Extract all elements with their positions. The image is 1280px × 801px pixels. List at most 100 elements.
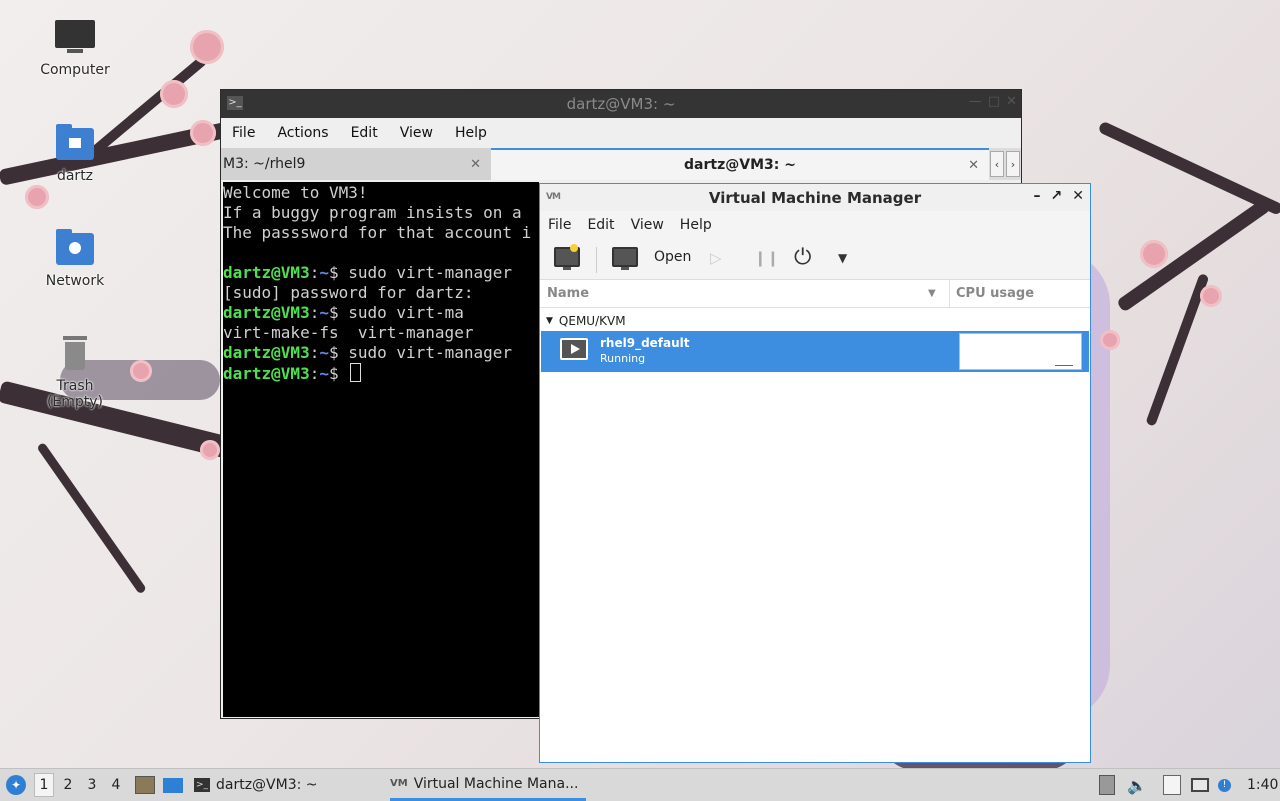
show-desktop-launcher[interactable] <box>163 769 183 801</box>
prompt-path: ~ <box>319 343 329 362</box>
task-label: Virtual Machine Mana... <box>413 775 579 792</box>
column-header: Name ▼ CPU usage <box>540 280 1090 308</box>
desktop-icon-network[interactable]: Network <box>30 229 120 289</box>
prompt-user: dartz@VM3 <box>223 263 310 282</box>
workspace-2[interactable]: 2 <box>58 773 78 797</box>
close-icon[interactable]: ✕ <box>1006 94 1017 109</box>
file-manager-launcher[interactable] <box>135 769 155 801</box>
task-vmm[interactable]: VM Virtual Machine Mana... <box>390 769 586 801</box>
desktop-icon <box>163 777 183 793</box>
prompt-path: ~ <box>319 364 329 383</box>
vmm-toolbar: Open ▷ ❙❙ ⏻ ▼ <box>540 239 1090 280</box>
open-label: Open <box>654 249 692 265</box>
maximize-icon[interactable]: ↗ <box>1051 188 1063 204</box>
menu-view[interactable]: View <box>623 217 672 233</box>
tab-label: M3: ~/rhel9 <box>223 156 306 172</box>
power-icon[interactable]: ⏻ <box>794 245 811 270</box>
volume-icon[interactable]: 🔈 <box>1127 769 1147 801</box>
notification-icon[interactable]: ! <box>1218 769 1231 801</box>
desktop-icon-dartz[interactable]: dartz <box>30 124 120 184</box>
terminal-prompt-line: dartz@VM3:~$ sudo virt-manager <box>223 263 513 282</box>
prompt-user: dartz@VM3 <box>223 303 310 322</box>
prompt-user: dartz@VM3 <box>223 364 310 383</box>
home-folder-icon <box>54 124 96 164</box>
file-manager-icon <box>135 776 155 794</box>
vmm-window[interactable]: VM Virtual Machine Manager – ↗ ✕ File Ed… <box>539 183 1091 763</box>
task-terminal[interactable]: >_ dartz@VM3: ~ <box>194 769 318 801</box>
computer-icon <box>54 18 96 58</box>
terminal-icon: >_ <box>227 96 243 110</box>
desktop-icon-computer[interactable]: Computer <box>30 18 120 78</box>
vm-running-icon <box>560 338 588 360</box>
chevron-down-icon[interactable]: ▼ <box>838 251 847 265</box>
menu-file[interactable]: File <box>540 217 579 233</box>
workspace-3[interactable]: 3 <box>82 773 102 797</box>
close-icon[interactable]: ✕ <box>470 157 481 172</box>
menu-help[interactable]: Help <box>672 217 720 233</box>
minimize-icon[interactable]: — <box>969 94 982 109</box>
monitor-icon <box>612 247 638 270</box>
removable-media-icon[interactable] <box>1099 769 1115 801</box>
vmm-app-icon: VM <box>546 192 561 202</box>
prompt-path: ~ <box>319 263 329 282</box>
tab-home[interactable]: dartz@VM3: ~ ✕ <box>491 148 989 180</box>
network-icon[interactable] <box>1191 769 1209 801</box>
prompt-command: $ sudo virt-manager <box>328 263 513 282</box>
terminal-titlebar[interactable]: >_ dartz@VM3: ~ — □ ✕ <box>221 90 1021 118</box>
desktop-icon-label: dartz <box>56 168 94 184</box>
prompt-command: $ sudo virt-manager <box>328 343 513 362</box>
pause-icon[interactable]: ❙❙ <box>754 249 779 267</box>
new-vm-button[interactable] <box>554 244 580 270</box>
lubuntu-logo-icon: ✦ <box>6 775 26 795</box>
open-button[interactable]: Open <box>612 247 692 270</box>
terminal-output-line: The passsword for that account i <box>223 223 532 242</box>
workspace-switcher: 1 2 3 4 <box>34 769 126 801</box>
close-icon[interactable]: ✕ <box>1072 188 1084 204</box>
vm-status: Running <box>600 352 646 365</box>
close-icon[interactable]: ✕ <box>968 158 979 173</box>
menu-help[interactable]: Help <box>444 125 498 141</box>
tab-label: dartz@VM3: ~ <box>684 157 796 173</box>
clipboard-icon[interactable] <box>1163 769 1181 801</box>
vmm-menubar: File Edit View Help <box>540 211 1090 239</box>
terminal-output-line: [sudo] password for dartz: <box>223 283 474 302</box>
desktop-icon-label: Computer <box>40 62 110 78</box>
menu-file[interactable]: File <box>221 125 266 141</box>
play-icon[interactable]: ▷ <box>710 249 722 267</box>
workspace-4[interactable]: 4 <box>106 773 126 797</box>
prompt-command: $ sudo virt-ma <box>328 303 464 322</box>
vmm-titlebar[interactable]: VM Virtual Machine Manager – ↗ ✕ <box>540 184 1090 211</box>
taskbar: ✦ 1 2 3 4 >_ dartz@VM3: ~ VM Virtual Mac… <box>0 768 1280 801</box>
chevron-left-icon[interactable]: ‹ <box>990 151 1004 177</box>
clock[interactable]: 1:40 <box>1247 769 1278 801</box>
window-title: Virtual Machine Manager <box>708 188 922 207</box>
prompt-command: $ <box>328 364 349 383</box>
desktop-icon-trash[interactable]: Trash (Empty) <box>30 334 120 410</box>
tab-rhel9[interactable]: M3: ~/rhel9 ✕ <box>221 148 491 180</box>
task-label: dartz@VM3: ~ <box>216 777 318 793</box>
minimize-icon[interactable]: – <box>1034 188 1041 204</box>
column-cpu-usage[interactable]: CPU usage <box>956 286 1034 301</box>
terminal-output-line: If a buggy program insists on a <box>223 203 522 222</box>
terminal-output[interactable]: Welcome to VM3! If a buggy program insist… <box>223 182 539 717</box>
sort-icon[interactable]: ▼ <box>928 288 936 299</box>
start-menu-button[interactable]: ✦ <box>6 769 26 801</box>
desktop-icon-label: Network <box>45 273 105 289</box>
column-name[interactable]: Name <box>547 286 589 301</box>
cpu-usage-graph <box>959 333 1082 370</box>
desktop-icon-label: Trash (Empty) <box>46 378 104 410</box>
window-title: dartz@VM3: ~ <box>566 95 676 113</box>
vm-row[interactable]: rhel9_default Running <box>541 331 1089 372</box>
expander-icon[interactable]: ▼ <box>546 316 553 326</box>
terminal-output-line: Welcome to VM3! <box>223 183 368 202</box>
terminal-prompt-line: dartz@VM3:~$ <box>223 363 539 383</box>
menu-edit[interactable]: Edit <box>340 125 389 141</box>
maximize-icon[interactable]: □ <box>988 94 1000 109</box>
menu-edit[interactable]: Edit <box>579 217 622 233</box>
workspace-1[interactable]: 1 <box>34 773 54 797</box>
menu-actions[interactable]: Actions <box>266 125 339 141</box>
chevron-right-icon[interactable]: › <box>1006 151 1020 177</box>
menu-view[interactable]: View <box>389 125 444 141</box>
terminal-icon: >_ <box>194 778 210 792</box>
